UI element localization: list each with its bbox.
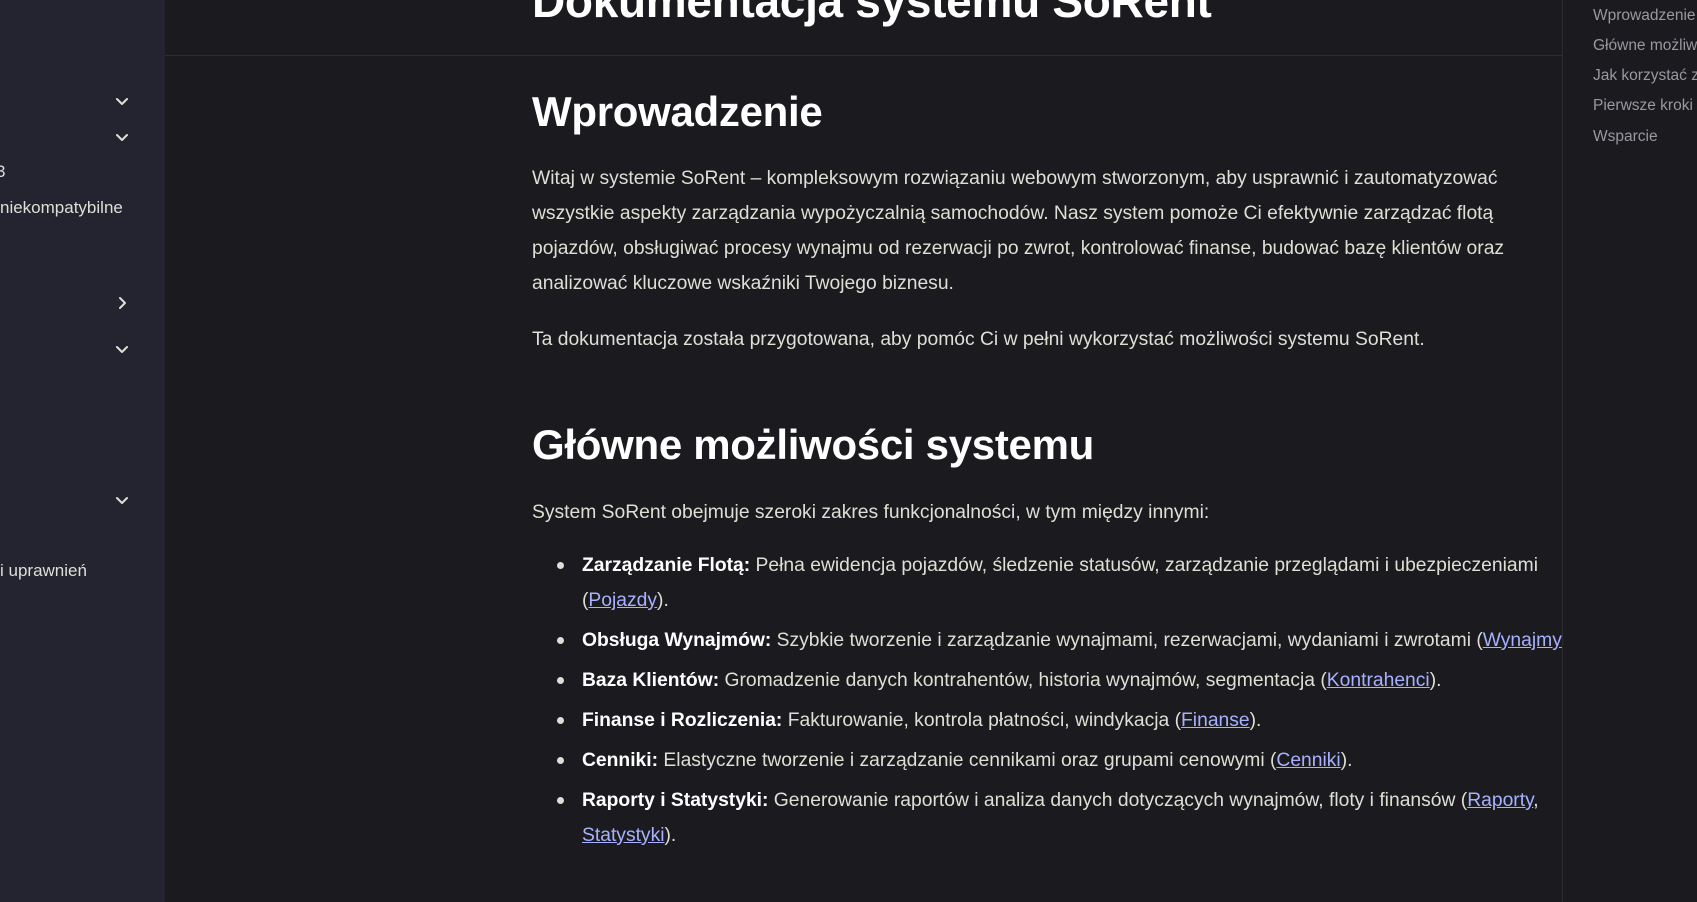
- toc-item-jak-korzystac[interactable]: Jak korzystać z dokumentacji: [1593, 67, 1697, 85]
- list-item: Cenniki: Elastyczne tworzenie i zarządza…: [557, 743, 1587, 778]
- sidebar-item-6[interactable]: [0, 334, 150, 364]
- sidebar-item-label: 3: [0, 162, 6, 181]
- toc-item-glowne-mozliwosci[interactable]: Główne możliwości systemu: [1593, 37, 1697, 55]
- item-title: Finanse i Rozliczenia:: [582, 710, 783, 731]
- item-text: Szybkie tworzenie i zarządzanie wynajmam…: [771, 630, 1483, 651]
- item-title: Baza Klientów:: [582, 670, 720, 691]
- sidebar-item-label: niekompatybilne: [0, 198, 123, 217]
- sidebar-item-8[interactable]: i uprawnień: [0, 557, 150, 587]
- intro-paragraph-2: Ta dokumentacja została przygotowana, ab…: [532, 329, 1425, 350]
- link-pojazdy[interactable]: Pojazdy: [588, 590, 657, 611]
- list-item: Raporty i Statystyki: Generowanie raport…: [557, 783, 1587, 853]
- item-text: Generowanie raportów i analiza danych do…: [768, 790, 1468, 811]
- sidebar-item-1[interactable]: [0, 86, 150, 116]
- toc-item-wsparcie[interactable]: Wsparcie: [1593, 128, 1658, 146]
- toc-item-wprowadzenie[interactable]: Wprowadzenie: [1593, 7, 1696, 25]
- divider: [165, 55, 1562, 56]
- item-text: Elastyczne tworzenie i zarządzanie cenni…: [658, 750, 1277, 771]
- sidebar-item-5[interactable]: [0, 288, 150, 318]
- intro-paragraph: Witaj w systemie SoRent – kompleksowym r…: [532, 168, 1505, 294]
- item-title: Zarządzanie Flotą:: [582, 555, 751, 576]
- list-item: Finanse i Rozliczenia: Fakturowanie, kon…: [557, 703, 1587, 738]
- item-end: ).: [1340, 750, 1353, 771]
- sidebar: 3 niekompatybilne i uprawnień: [0, 0, 165, 902]
- link-kontrahenci[interactable]: Kontrahenci: [1327, 670, 1430, 691]
- table-of-contents: Wprowadzenie Główne możliwości systemu J…: [1562, 0, 1697, 902]
- features-list: Zarządzanie Flotą: Pełna ewidencja pojaz…: [532, 548, 1587, 858]
- list-item: Zarządzanie Flotą: Pełna ewidencja pojaz…: [557, 548, 1587, 618]
- page-title: Dokumentacja systemu SoRent: [532, 0, 1212, 27]
- item-title: Obsługa Wynajmów:: [582, 630, 772, 651]
- item-end: ).: [657, 590, 669, 611]
- chevron-right-icon[interactable]: [112, 293, 132, 313]
- item-end: ).: [664, 825, 677, 846]
- link-statystyki[interactable]: Statystyki: [582, 825, 665, 846]
- sidebar-item-2[interactable]: [0, 122, 150, 152]
- chevron-down-icon[interactable]: [112, 91, 132, 111]
- chevron-down-icon[interactable]: [112, 490, 132, 510]
- chevron-down-icon[interactable]: [112, 127, 132, 147]
- item-text: Fakturowanie, kontrola płatności, windyk…: [782, 710, 1182, 731]
- item-end: ).: [1429, 670, 1442, 691]
- item-title: Raporty i Statystyki:: [582, 790, 769, 811]
- link-raporty[interactable]: Raporty: [1467, 790, 1533, 811]
- link-finanse[interactable]: Finanse: [1181, 710, 1250, 731]
- item-title: Cenniki:: [582, 750, 659, 771]
- item-end: ).: [1249, 710, 1262, 731]
- features-lead: System SoRent obejmuje szeroki zakres fu…: [532, 502, 1210, 523]
- item-sep: ,: [1533, 790, 1539, 811]
- list-item: Baza Klientów: Gromadzenie danych kontra…: [557, 663, 1587, 698]
- item-text: Gromadzenie danych kontrahentów, histori…: [719, 670, 1327, 691]
- link-wynajmy[interactable]: Wynajmy: [1483, 630, 1562, 651]
- features-heading: Główne możliwości systemu: [532, 421, 1094, 468]
- intro-heading: Wprowadzenie: [532, 88, 823, 135]
- sidebar-item-label: i uprawnień: [0, 561, 87, 580]
- sidebar-item-4[interactable]: niekompatybilne: [0, 194, 150, 224]
- link-cenniki[interactable]: Cenniki: [1276, 750, 1340, 771]
- list-item: Obsługa Wynajmów: Szybkie tworzenie i za…: [557, 623, 1587, 658]
- toc-item-pierwsze-kroki[interactable]: Pierwsze kroki: [1593, 97, 1693, 115]
- sidebar-item-7[interactable]: [0, 485, 150, 515]
- chevron-down-icon[interactable]: [112, 339, 132, 359]
- main-content: Dokumentacja systemu SoRent Wprowadzenie…: [165, 0, 1574, 902]
- sidebar-item-3[interactable]: 3: [0, 158, 150, 188]
